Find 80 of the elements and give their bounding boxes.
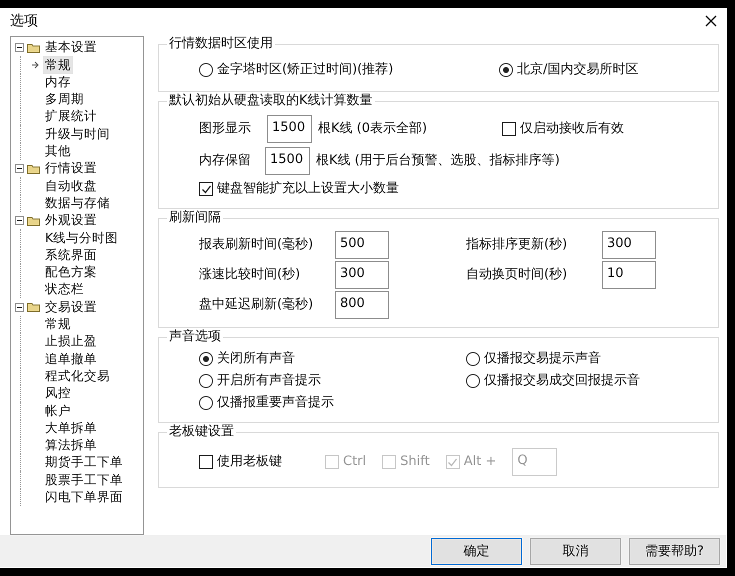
tree-item[interactable]: 常规 <box>43 56 73 74</box>
folder-icon <box>27 42 41 53</box>
folder-icon <box>27 302 41 312</box>
tree-item[interactable]: 数据与存储 <box>43 194 112 213</box>
window-title: 选项 <box>10 12 38 30</box>
field-label: 涨速比较时间(秒) <box>199 266 302 284</box>
radio-button[interactable] <box>199 63 213 77</box>
tree-item[interactable]: 配色方案 <box>43 263 99 282</box>
tree-item[interactable]: 帐户 <box>43 402 73 420</box>
checkbox[interactable] <box>199 455 213 469</box>
dialog-button[interactable]: 取消 <box>530 538 621 565</box>
checkbox-label: 仅启动接收后有效 <box>520 120 624 138</box>
option-label: 仅播报交易成交回报提示音 <box>484 372 640 390</box>
tree-item[interactable]: 升级与时间 <box>43 124 112 144</box>
collapse-icon[interactable] <box>15 43 24 52</box>
radio-button[interactable] <box>199 396 213 410</box>
field-label: 指标排序更新(秒) <box>466 236 568 254</box>
tree-item[interactable]: 其他 <box>43 142 73 161</box>
radio-button[interactable] <box>499 63 513 77</box>
tree-item[interactable]: 算法拆单 <box>43 436 99 455</box>
tree-item[interactable]: 基本设置 <box>45 38 97 58</box>
folder-icon <box>27 216 41 226</box>
number-field[interactable]: 1500 <box>265 147 310 175</box>
tree-item[interactable]: 闪电下单界面 <box>43 488 125 507</box>
option-label: 关闭所有声音 <box>217 350 295 368</box>
radio-button[interactable] <box>199 352 213 366</box>
field-label: 报表刷新时间(毫秒) <box>199 236 314 254</box>
number-field[interactable]: 300 <box>602 231 656 259</box>
number-field[interactable]: 10 <box>602 261 656 289</box>
field-label: 自动换页时间(秒) <box>466 266 568 284</box>
arrow-icon <box>31 60 39 69</box>
folder-icon <box>27 164 41 174</box>
number-field[interactable]: 300 <box>335 261 389 289</box>
field-label: 盘中延迟刷新(毫秒) <box>199 296 314 314</box>
radio-button[interactable] <box>466 352 480 366</box>
tree-item[interactable]: 自动收盘 <box>43 176 99 196</box>
checkbox-label: Ctrl <box>343 453 366 472</box>
field-label: 图形显示 <box>199 120 252 138</box>
number-field[interactable]: 500 <box>335 231 389 259</box>
dialog-button[interactable]: 需要帮助? <box>629 538 720 565</box>
tree-item[interactable]: 交易设置 <box>45 298 97 316</box>
close-icon[interactable] <box>705 15 717 27</box>
collapse-icon[interactable] <box>15 216 24 226</box>
radio-button[interactable] <box>199 374 213 388</box>
checkbox[interactable] <box>502 122 516 136</box>
tree-item[interactable]: 股票手工下单 <box>43 470 125 490</box>
checkbox-label: Alt + <box>464 453 496 472</box>
tree-item[interactable]: 状态栏 <box>43 280 86 300</box>
unit-label: 根K线 (0表示全部) <box>318 120 428 138</box>
unit-label: 根K线 (用于后台预警、选股、指标排序等) <box>316 152 560 170</box>
option-label: 开启所有声音提示 <box>217 372 321 390</box>
tree-item[interactable]: 行情设置 <box>45 159 97 178</box>
tree-item[interactable]: 追单撤单 <box>43 350 99 368</box>
tree-item[interactable]: 内存 <box>43 72 73 92</box>
option-label: 仅播报重要声音提示 <box>217 394 334 412</box>
tree-item[interactable]: 风控 <box>43 384 73 403</box>
option-label: 金字塔时区(矫正过时间)(推荐) <box>217 61 394 80</box>
field-label: 内存保留 <box>199 152 252 170</box>
tree-item[interactable]: 常规 <box>43 315 73 334</box>
option-label: 北京/国内交易所时区 <box>517 61 638 80</box>
tree-item[interactable]: 多周期 <box>43 90 86 109</box>
checkbox-label: 键盘智能扩充以上设置大小数量 <box>217 180 399 198</box>
tree-item[interactable]: 期货手工下单 <box>43 453 125 472</box>
number-field[interactable]: 800 <box>335 291 389 319</box>
option-label: 仅播报交易提示声音 <box>484 350 601 368</box>
checkbox-label: Shift <box>400 453 430 472</box>
checkbox-label: 使用老板键 <box>217 453 282 472</box>
collapse-icon[interactable] <box>15 302 24 312</box>
tree-item[interactable]: 系统界面 <box>43 246 99 265</box>
tree-item[interactable]: 止损止盈 <box>43 332 99 352</box>
collapse-icon[interactable] <box>15 164 24 174</box>
tree-item[interactable]: 程式化交易 <box>43 366 112 386</box>
number-field[interactable]: 1500 <box>267 115 312 143</box>
radio-button[interactable] <box>466 374 480 388</box>
checkbox[interactable] <box>199 182 213 196</box>
tree-item[interactable]: 扩展统计 <box>43 107 99 126</box>
tree-item[interactable]: 大单拆单 <box>43 418 99 438</box>
dialog-button[interactable]: 确定 <box>431 538 522 565</box>
tree-item[interactable]: K线与分时图 <box>43 228 120 248</box>
tree-item[interactable]: 外观设置 <box>45 211 97 230</box>
